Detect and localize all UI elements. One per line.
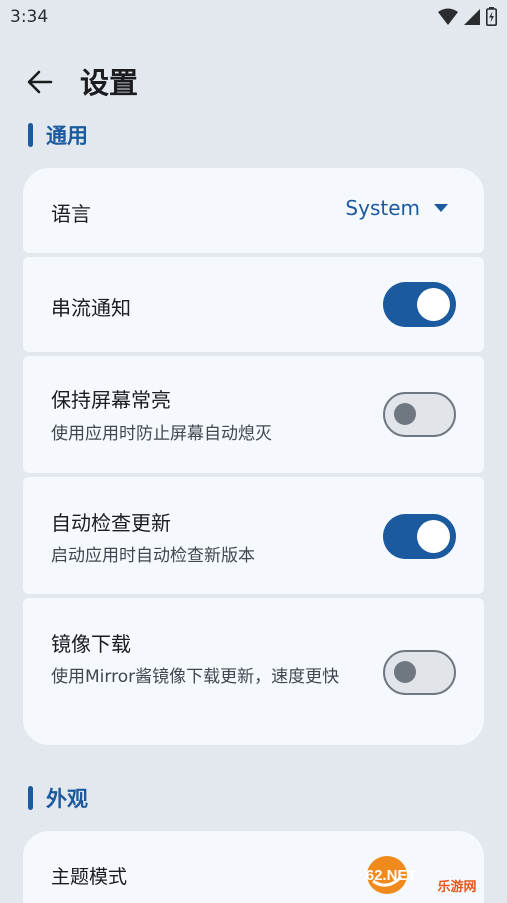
auto-update-check-label: 自动检查更新 (51, 511, 171, 535)
mirror-download-label: 镜像下载 (51, 632, 131, 656)
setting-mirror-download[interactable]: 镜像下载 使用Mirror酱镜像下载更新，速度更快 (23, 598, 484, 745)
section-accent-bar (28, 123, 33, 147)
switch-thumb (394, 661, 416, 683)
section-header-appearance: 外观 (28, 784, 88, 812)
language-label: 语言 (51, 202, 91, 226)
section-title-appearance: 外观 (46, 787, 88, 811)
signal-icon (464, 8, 480, 25)
keep-screen-on-description: 使用应用时防止屏幕自动熄灭 (51, 424, 272, 444)
watermark-text-top: 962.NET (365, 867, 417, 884)
setting-language[interactable]: 语言 System (23, 168, 484, 253)
setting-keep-screen-on[interactable]: 保持屏幕常亮 使用应用时防止屏幕自动熄灭 (23, 356, 484, 473)
mirror-download-description: 使用Mirror酱镜像下载更新，速度更快 (51, 667, 340, 687)
auto-update-check-description: 启动应用时自动检查新版本 (51, 546, 255, 566)
status-bar: 3:34 (0, 0, 507, 36)
mirror-download-switch[interactable] (383, 650, 456, 695)
section-title-general: 通用 (46, 124, 88, 148)
switch-thumb (417, 520, 450, 553)
auto-update-check-switch[interactable] (383, 514, 456, 559)
section-header-general: 通用 (28, 121, 88, 149)
theme-mode-label: 主题模式 (51, 866, 128, 888)
watermark-logo: 962.NET 乐游网 (357, 851, 501, 897)
keep-screen-on-switch[interactable] (383, 392, 456, 437)
setting-stream-notification[interactable]: 串流通知 (23, 257, 484, 352)
dropdown-arrow-icon (434, 204, 448, 212)
battery-icon (486, 7, 497, 26)
language-dropdown-value: System (345, 196, 420, 220)
top-app-bar: 设置 (0, 54, 507, 108)
keep-screen-on-label: 保持屏幕常亮 (51, 388, 171, 412)
stream-notification-label: 串流通知 (51, 296, 131, 320)
status-icons (438, 7, 497, 26)
watermark-logo-graphic: 962.NET 乐游网 (357, 856, 477, 895)
stream-notification-switch[interactable] (383, 282, 456, 327)
setting-auto-update-check[interactable]: 自动检查更新 启动应用时自动检查新版本 (23, 477, 484, 594)
section-accent-bar (28, 786, 33, 810)
back-button[interactable] (20, 62, 60, 102)
page-title: 设置 (80, 66, 139, 100)
language-dropdown[interactable]: System (345, 196, 448, 220)
switch-thumb (394, 403, 416, 425)
switch-thumb (417, 288, 450, 321)
watermark-text-bottom: 乐游网 (437, 879, 476, 895)
arrow-left-icon (27, 70, 53, 94)
status-time: 3:34 (10, 7, 49, 27)
wifi-icon (438, 8, 458, 25)
